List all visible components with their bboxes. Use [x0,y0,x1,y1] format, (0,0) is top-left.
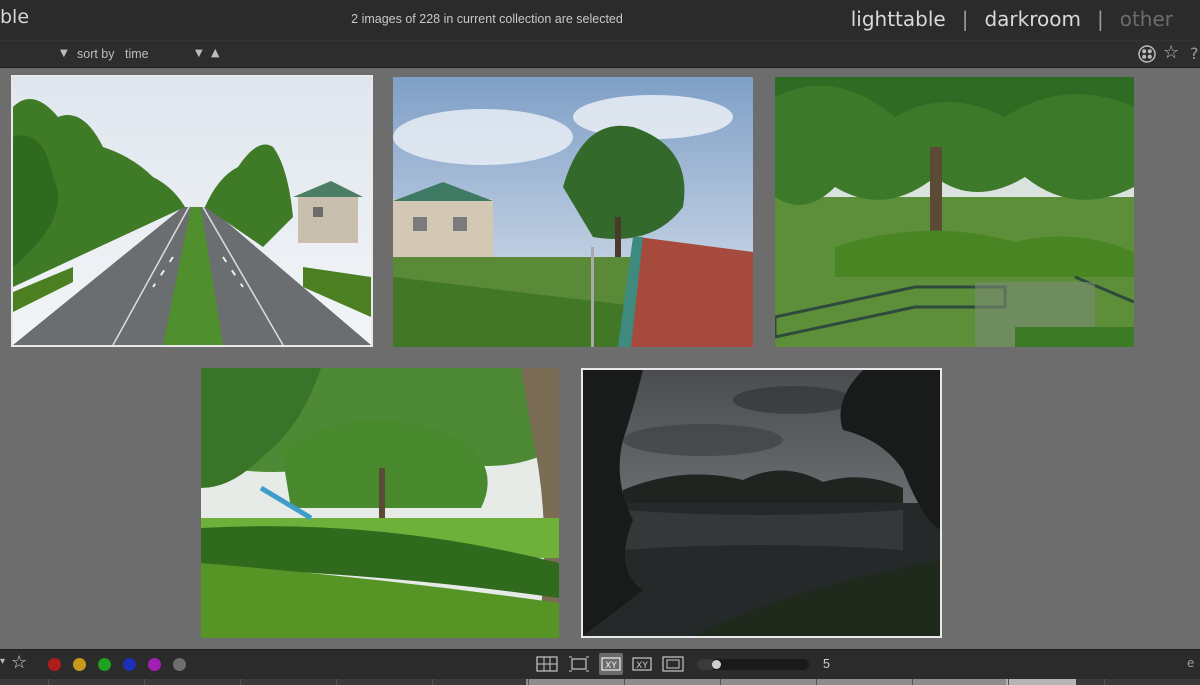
thumbnail-park-lawn-slide[interactable] [201,368,559,638]
color-label-yellow[interactable] [73,658,86,671]
culling-dynamic-layout-icon[interactable]: XY [630,653,654,675]
sort-dropdown-arrow-icon[interactable]: ▼ [195,48,203,59]
color-label-gray[interactable] [173,658,186,671]
sort-by-dropdown[interactable]: time [125,47,149,61]
caret-down-icon[interactable]: ▾ [0,656,5,667]
filemanager-layout-icon[interactable] [535,653,559,675]
culling-fixed-layout-icon[interactable]: XY [599,653,623,675]
color-label-purple[interactable] [148,658,161,671]
lighttable-center [0,68,1200,649]
filmstrip-tick [912,679,913,685]
view-lighttable[interactable]: lighttable [851,7,946,31]
color-label-green[interactable] [98,658,111,671]
zoom-slider[interactable] [697,659,809,670]
star-icon[interactable]: ☆ [1163,43,1179,63]
filmstrip-tick [1008,679,1009,685]
sort-by-label: sort by [77,47,115,61]
filmstrip-tick [144,679,145,685]
help-icon[interactable]: ? [1190,44,1199,63]
zoom-slider-handle[interactable] [712,660,721,669]
preview-layout-icon[interactable] [661,653,685,675]
thumbnail-tree-lined-road[interactable] [11,75,373,347]
view-darkroom[interactable]: darkroom [984,7,1081,31]
thumbnail-footbridge-houses[interactable] [393,77,753,347]
svg-text:XY: XY [636,661,648,671]
filmstrip-tick [528,679,529,685]
filmstrip-current [1006,679,1076,685]
header-bar: ble 2 images of 228 in current collectio… [0,0,1200,40]
filmstrip-tick [624,679,625,685]
top-toolbar: ▼ sort by time ▼ ▲ ☆ ? [0,40,1200,68]
color-label-red[interactable] [48,658,61,671]
expand-panel-icon[interactable]: e [1187,656,1194,670]
svg-text:XY: XY [605,661,617,671]
zoomable-layout-icon[interactable] [567,653,591,675]
color-label-blue[interactable] [123,658,136,671]
view-separator: | [1096,7,1104,31]
thumbnail-pond-cloudy-sky[interactable] [581,368,942,638]
zoom-value[interactable]: 5 [823,657,830,671]
filmstrip-tick [336,679,337,685]
filmstrip-tick [720,679,721,685]
styles-icon[interactable] [1138,45,1156,63]
view-other[interactable]: other [1120,7,1173,31]
view-separator: | [961,7,969,31]
filmstrip-visible-range [526,679,1076,685]
dropdown-arrow-icon[interactable]: ▼ [60,48,68,59]
filmstrip-edge [0,679,1200,685]
filmstrip-tick [48,679,49,685]
sort-direction-icon[interactable]: ▲ [211,46,219,59]
filmstrip-tick [432,679,433,685]
collection-status-text: 2 images of 228 in current collection ar… [351,12,623,26]
star-rating-icon[interactable]: ☆ [11,653,27,673]
filmstrip-tick [1104,679,1105,685]
thumbnail-park-trees-railing[interactable] [775,77,1134,347]
filmstrip-tick [816,679,817,685]
filmstrip-tick [240,679,241,685]
view-switcher: lighttable | darkroom | other [851,7,1173,31]
bottom-toolbar: ▾ ☆ XY XY 5 e [0,649,1200,679]
